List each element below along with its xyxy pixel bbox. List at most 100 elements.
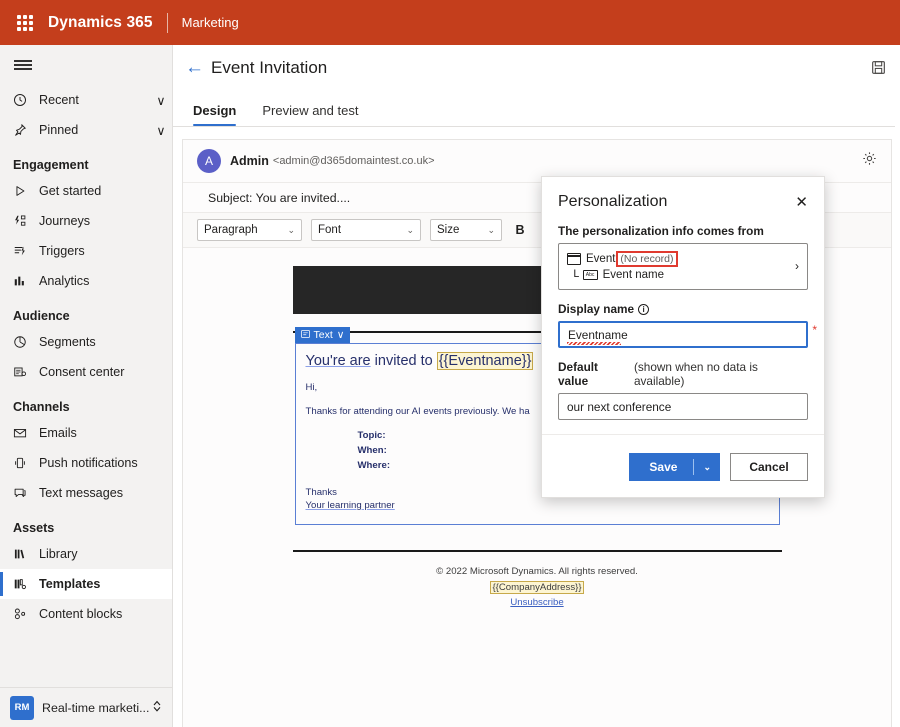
- sidebar-item-label: Triggers: [39, 244, 172, 258]
- chevron-down-icon[interactable]: ∨: [150, 123, 172, 138]
- save-button[interactable]: Save ⌄: [629, 453, 720, 481]
- divider-bottom: [293, 550, 782, 552]
- source-field-row: L Abc Event name: [567, 269, 789, 281]
- brand-divider: [167, 13, 168, 33]
- play-icon: [13, 184, 39, 198]
- sidebar-item-label: Content blocks: [39, 607, 172, 621]
- waffle-menu-button[interactable]: [8, 15, 42, 31]
- footer-copyright: © 2022 Microsoft Dynamics. All rights re…: [183, 566, 891, 577]
- sidebar-item-label: Journeys: [39, 214, 172, 228]
- dialog-footer: Save ⌄ Cancel: [542, 434, 824, 497]
- chevron-updown-icon[interactable]: [152, 699, 162, 716]
- tab-preview-and-test[interactable]: Preview and test: [254, 103, 366, 126]
- sidebar-item-text-messages[interactable]: Text messages: [0, 478, 172, 508]
- pin-icon: [13, 123, 39, 137]
- sidebar-item-triggers[interactable]: Triggers: [0, 236, 172, 266]
- required-marker: *: [812, 323, 817, 337]
- cancel-button[interactable]: Cancel: [730, 453, 808, 481]
- consent-icon: [13, 365, 39, 379]
- tab-design[interactable]: Design: [185, 103, 244, 126]
- mobile-icon: [13, 456, 39, 470]
- journeys-icon: [13, 214, 39, 228]
- sidebar-item-recent[interactable]: Recent ∨: [0, 85, 172, 115]
- personalization-source-picker[interactable]: Event (No record) L Abc Event name ›: [558, 243, 808, 290]
- sidebar-nav: Recent ∨ Pinned ∨ Engagement Get started: [0, 85, 172, 687]
- sidebar-item-templates[interactable]: Templates: [0, 569, 172, 599]
- source-lines: Event (No record) L Abc Event name: [567, 251, 789, 281]
- from-name: Admin: [230, 154, 269, 168]
- sidebar-item-label: Consent center: [39, 365, 172, 379]
- sidebar-item-label: Recent: [39, 93, 150, 107]
- sidebar-item-content-blocks[interactable]: Content blocks: [0, 599, 172, 629]
- sidebar-item-pinned[interactable]: Pinned ∨: [0, 115, 172, 145]
- avatar: A: [197, 149, 221, 173]
- sidebar-item-label: Get started: [39, 184, 172, 198]
- calendar-entity-icon: [567, 253, 581, 265]
- environment-switcher[interactable]: RM Real-time marketi...: [0, 687, 172, 727]
- sidebar-item-label: Segments: [39, 335, 172, 349]
- save-button-label: Save: [629, 460, 693, 474]
- headline-mid: invited to: [371, 353, 437, 369]
- sidebar-item-label: Analytics: [39, 274, 172, 288]
- source-entity-name: Event: [586, 253, 615, 265]
- sidebar-item-segments[interactable]: Segments: [0, 327, 172, 357]
- sidebar-item-analytics[interactable]: Analytics: [0, 266, 172, 296]
- block-type-label: Text: [314, 329, 333, 341]
- display-name-label-row: Display name i: [558, 302, 808, 316]
- sidebar-item-consent-center[interactable]: Consent center: [0, 357, 172, 387]
- paragraph-style-select[interactable]: Paragraph ⌄: [197, 219, 302, 241]
- save-disk-icon[interactable]: [871, 60, 886, 75]
- sidebar-item-library[interactable]: Library: [0, 539, 172, 569]
- sidebar-item-emails[interactable]: Emails: [0, 418, 172, 448]
- sidebar-item-label: Text messages: [39, 486, 172, 500]
- brand-title[interactable]: Dynamics 365: [48, 14, 153, 32]
- chat-icon: [13, 486, 39, 500]
- info-icon[interactable]: i: [638, 304, 649, 315]
- triggers-icon: [13, 244, 39, 258]
- page-header-actions: [871, 60, 886, 75]
- sidebar-item-push-notifications[interactable]: Push notifications: [0, 448, 172, 478]
- chevron-down-icon: ⌄: [483, 225, 501, 236]
- clock-icon: [13, 93, 39, 107]
- source-entity-row: Event (No record): [567, 251, 789, 267]
- sidebar-group-engagement: Engagement: [0, 145, 172, 176]
- chevron-right-icon[interactable]: ›: [795, 259, 799, 273]
- sidebar-item-label: Push notifications: [39, 456, 172, 470]
- close-icon[interactable]: ✕: [793, 193, 810, 212]
- back-arrow-icon[interactable]: ←: [185, 57, 211, 79]
- chevron-down-icon[interactable]: ∨: [150, 93, 172, 108]
- sidebar-item-label: Emails: [39, 426, 172, 440]
- block-type-tag[interactable]: Text ∨: [295, 327, 351, 343]
- headline-personalization-token[interactable]: {{Eventname}}: [437, 352, 534, 370]
- gear-icon[interactable]: [862, 151, 877, 171]
- default-value-field-wrap: [558, 393, 808, 420]
- footer-address-token[interactable]: {{CompanyAddress}}: [490, 581, 583, 594]
- paragraph-style-value: Paragraph: [198, 224, 264, 236]
- analytics-icon: [13, 274, 39, 288]
- sign-name: Your learning partner: [306, 499, 769, 512]
- bold-button[interactable]: B: [511, 223, 529, 237]
- chevron-down-icon[interactable]: ⌄: [694, 462, 720, 473]
- source-field-name: Event name: [603, 269, 664, 281]
- sidebar-item-label: Templates: [39, 577, 172, 591]
- no-record-badge: (No record): [616, 251, 677, 267]
- app-name-label[interactable]: Marketing: [182, 15, 239, 30]
- font-family-select[interactable]: Font ⌄: [311, 219, 421, 241]
- sidebar-item-label: Pinned: [39, 123, 150, 137]
- sidebar-item-get-started[interactable]: Get started: [0, 176, 172, 206]
- headline-pre: You're are: [306, 353, 371, 369]
- envelope-icon: [13, 426, 39, 440]
- spellcheck-underline: [567, 342, 621, 345]
- sidebar-group-assets: Assets: [0, 508, 172, 539]
- content-blocks-icon: [13, 607, 39, 621]
- text-block-icon: [301, 329, 310, 341]
- font-size-select[interactable]: Size ⌄: [430, 219, 502, 241]
- sidebar-item-label: Library: [39, 547, 172, 561]
- sidebar-item-journeys[interactable]: Journeys: [0, 206, 172, 236]
- unsubscribe-link[interactable]: Unsubscribe: [183, 597, 891, 608]
- default-value-input[interactable]: [558, 393, 808, 420]
- page-header: ← Event Invitation: [173, 45, 900, 90]
- hamburger-icon[interactable]: [0, 45, 172, 85]
- templates-icon: [13, 577, 39, 591]
- dialog-header: Personalization ✕: [542, 177, 824, 212]
